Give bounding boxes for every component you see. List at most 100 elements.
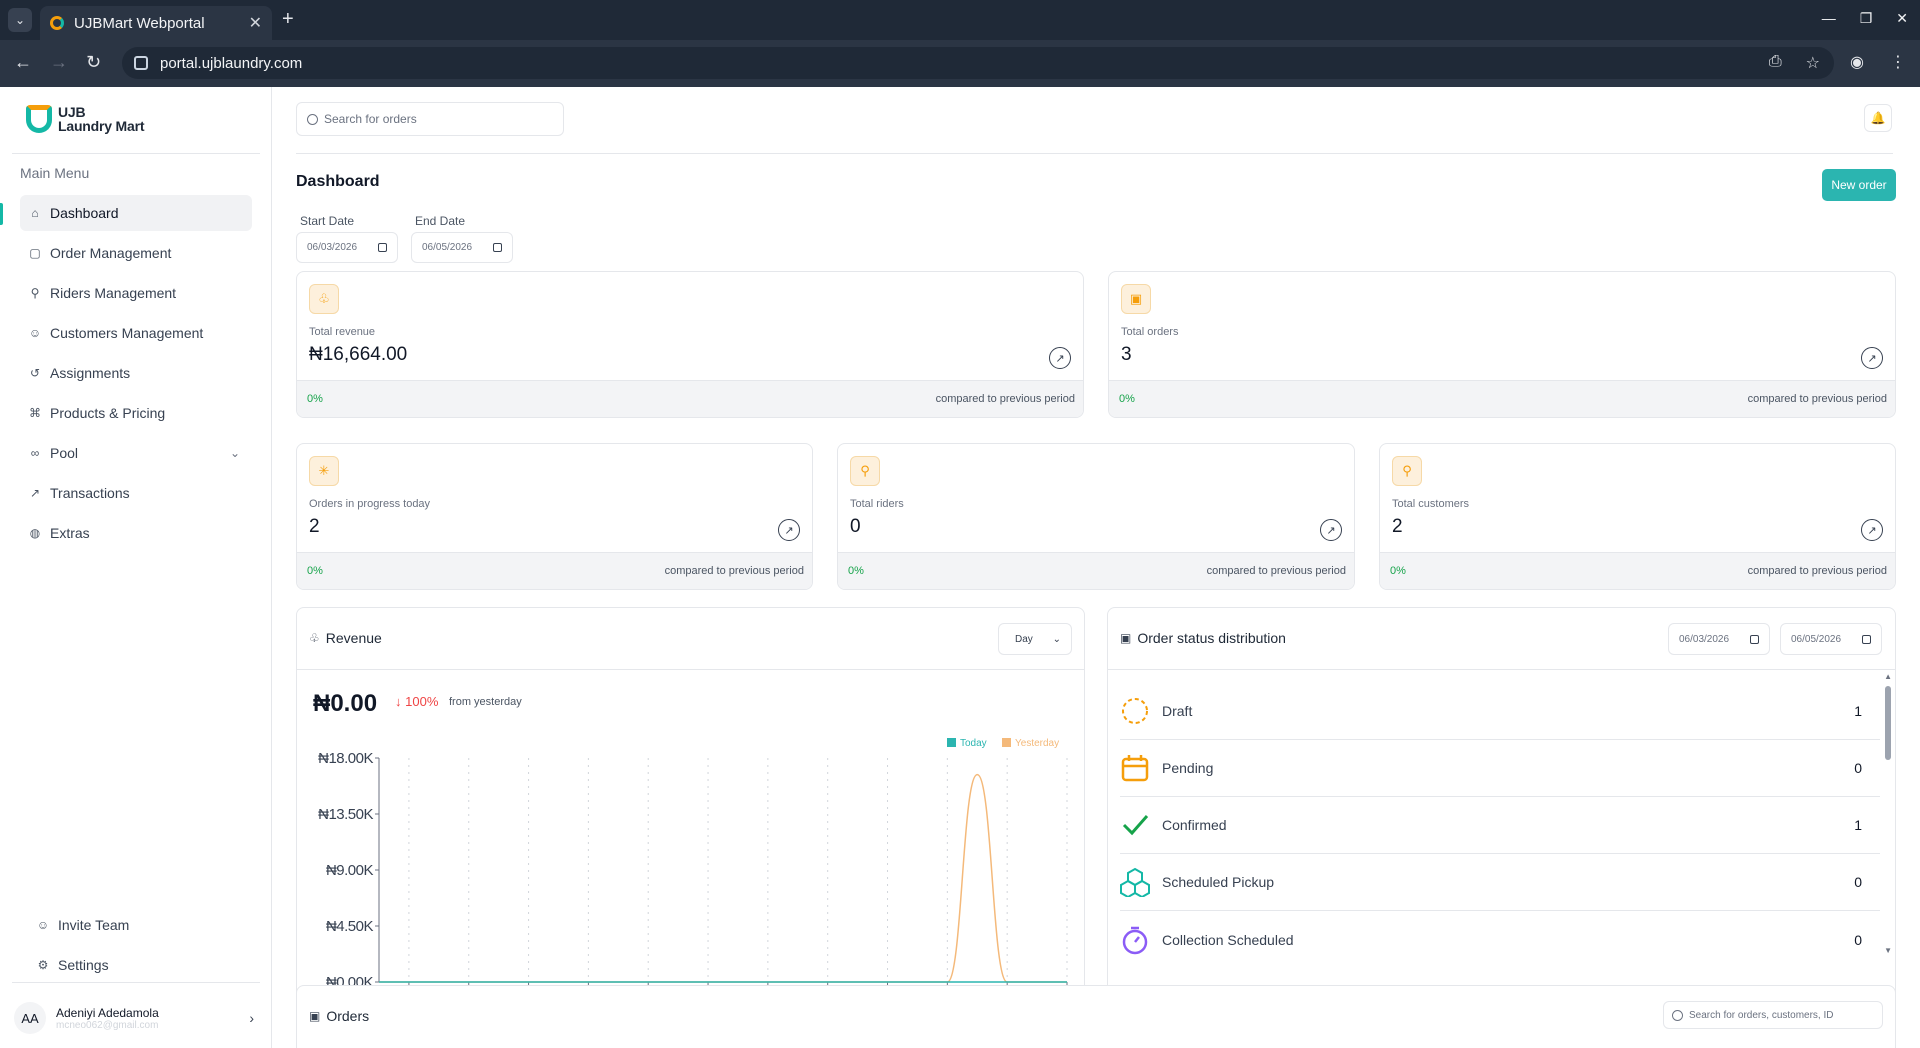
logo-mark-icon: [26, 105, 52, 133]
close-tab-icon[interactable]: ✕: [249, 13, 262, 33]
globe-icon: ◍: [29, 526, 41, 540]
main-content: Search for orders 🔔 Dashboard New order …: [273, 87, 1920, 1048]
status-count: 0: [1854, 874, 1862, 890]
stat-change: 0%: [1390, 565, 1406, 577]
calendar-icon: [1862, 634, 1871, 644]
user-plus-icon: ☺: [36, 918, 50, 932]
forward-icon[interactable]: →: [50, 52, 68, 73]
start-date-input[interactable]: 06/03/2026: [296, 232, 398, 263]
chart-legend: Today Yesterday: [947, 738, 1059, 749]
status-count: 0: [1854, 760, 1862, 776]
search-input[interactable]: Search for orders: [296, 102, 564, 136]
chevron-down-icon[interactable]: ⌄: [230, 446, 240, 460]
sidebar-item-label: Riders Management: [50, 285, 177, 301]
calendar-icon: [1120, 753, 1150, 783]
stat-label: Total orders: [1121, 326, 1179, 338]
stat-compare-text: compared to previous period: [1747, 565, 1887, 577]
status-count: 1: [1854, 817, 1862, 833]
sidebar-item-pool[interactable]: ∞ Pool ⌄: [20, 435, 252, 471]
sidebar-item-label: Extras: [50, 525, 90, 541]
reload-icon[interactable]: ↻: [86, 52, 101, 73]
arrow-up-right-icon[interactable]: ↗: [1320, 519, 1342, 541]
tab-list-button[interactable]: ⌄: [8, 8, 32, 32]
period-select[interactable]: Day ⌄: [998, 623, 1072, 655]
revenue-title: Revenue: [325, 630, 382, 646]
sidebar-item-label: Invite Team: [58, 917, 130, 933]
sidebar-item-label: Transactions: [50, 485, 130, 501]
sidebar-item-settings[interactable]: ⚙ Settings: [28, 947, 248, 983]
sidebar-item-extras[interactable]: ◍ Extras: [20, 515, 252, 551]
address-bar[interactable]: portal.ujblaundry.com: [122, 47, 1834, 79]
status-end-date-input[interactable]: 06/05/2026: [1780, 623, 1882, 655]
end-date-input[interactable]: 06/05/2026: [411, 232, 513, 263]
sidebar-item-customers-management[interactable]: ☺ Customers Management: [20, 315, 252, 351]
divider: [12, 982, 260, 983]
sidebar-item-products-pricing[interactable]: ⌘ Products & Pricing: [20, 395, 252, 431]
browser-menu-icon[interactable]: ⋮: [1890, 52, 1906, 72]
chevron-right-icon[interactable]: ›: [249, 1010, 254, 1026]
dashed-circle-icon: [1120, 696, 1150, 726]
orders-panel: ▣ Orders Search for orders, customers, I…: [296, 985, 1896, 1048]
sidebar-item-label: Settings: [58, 957, 109, 973]
users-icon: ☺: [28, 326, 42, 340]
browser-toolbar: ← → ↻ portal.ujblaundry.com ⎙ ☆ ◉ ⋮: [0, 40, 1920, 87]
sidebar-item-invite-team[interactable]: ☺ Invite Team: [28, 907, 248, 943]
shopping-bag-icon: ▣: [1121, 284, 1151, 314]
sidebar-item-label: Assignments: [50, 365, 131, 381]
list-item: Scheduled Pickup 0: [1120, 854, 1880, 911]
y-tick-label: ₦9.00K: [326, 862, 374, 879]
scroll-up-icon[interactable]: ▲: [1884, 672, 1892, 681]
status-start-date-input[interactable]: 06/03/2026: [1668, 623, 1770, 655]
new-order-button[interactable]: New order: [1822, 169, 1896, 201]
sidebar-item-transactions[interactable]: ↗ Transactions: [20, 475, 252, 511]
start-date-value: 06/03/2026: [307, 242, 358, 253]
chart-grid: [378, 758, 1068, 983]
close-window-icon[interactable]: ✕: [1896, 10, 1908, 27]
arrow-up-right-icon[interactable]: ↗: [1049, 347, 1071, 369]
divider: [12, 153, 260, 154]
app-logo[interactable]: UJB Laundry Mart: [26, 105, 144, 133]
shopping-bag-icon: ▣: [1120, 631, 1132, 645]
bell-icon[interactable]: 🔔: [1864, 104, 1892, 132]
sidebar: UJB Laundry Mart Main Menu ⌂ Dashboard ▢…: [0, 87, 272, 1048]
sidebar-item-label: Dashboard: [50, 205, 119, 221]
chart-series: [379, 773, 1067, 983]
user-profile[interactable]: AA Adeniyi Adedamola mcneo062@gmail.com …: [14, 997, 254, 1039]
stat-change: 0%: [1119, 393, 1135, 405]
browser-tab[interactable]: UJBMart Webportal ✕: [40, 6, 272, 40]
bicycle-icon: ⚲: [1392, 456, 1422, 486]
list-item: Confirmed 1: [1120, 797, 1880, 854]
stat-card-total-riders: ⚲ Total riders 0 ↗ 0% compared to previo…: [837, 443, 1355, 590]
sidebar-item-order-management[interactable]: ▢ Order Management: [20, 235, 252, 271]
arrow-up-right-icon[interactable]: ↗: [1861, 519, 1883, 541]
profile-icon[interactable]: ◉: [1850, 52, 1864, 72]
minimize-icon[interactable]: —: [1822, 10, 1836, 27]
home-icon: ⌂: [31, 206, 39, 220]
arrow-up-right-icon[interactable]: ↗: [1861, 347, 1883, 369]
bottom-menu: ☺ Invite Team ⚙ Settings: [28, 907, 248, 987]
sidebar-item-dashboard[interactable]: ⌂ Dashboard: [20, 195, 252, 231]
sidebar-item-label: Order Management: [50, 245, 172, 261]
restore-icon[interactable]: ❐: [1860, 10, 1873, 27]
main-menu-label: Main Menu: [20, 165, 90, 181]
arrow-up-right-icon[interactable]: ↗: [778, 519, 800, 541]
sidebar-item-riders-management[interactable]: ⚲ Riders Management: [20, 275, 252, 311]
orders-search-input[interactable]: Search for orders, customers, ID: [1663, 1001, 1883, 1029]
back-icon[interactable]: ←: [14, 52, 32, 73]
series-line-yesterday: [379, 773, 1067, 983]
install-app-icon[interactable]: ⎙: [1769, 53, 1782, 73]
stat-label: Orders in progress today: [309, 498, 431, 510]
bookmark-star-icon[interactable]: ☆: [1806, 53, 1820, 73]
scroll-down-icon[interactable]: ▼: [1884, 946, 1892, 955]
status-label: Draft: [1162, 703, 1193, 719]
orders-search-placeholder: Search for orders, customers, ID: [1689, 1009, 1834, 1021]
boxes-icon: [1120, 867, 1150, 897]
stat-card-total-revenue: ♧ Total revenue ₦16,664.00 ↗ 0% compared…: [296, 271, 1084, 418]
sidebar-item-assignments[interactable]: ↺ Assignments: [20, 355, 252, 391]
site-info-icon[interactable]: [134, 56, 148, 70]
stat-label: Total riders: [850, 498, 904, 510]
divider: [296, 153, 1893, 154]
scrollbar-thumb[interactable]: [1885, 686, 1891, 760]
history-icon: ↺: [29, 366, 41, 380]
new-tab-button[interactable]: +: [282, 8, 294, 31]
